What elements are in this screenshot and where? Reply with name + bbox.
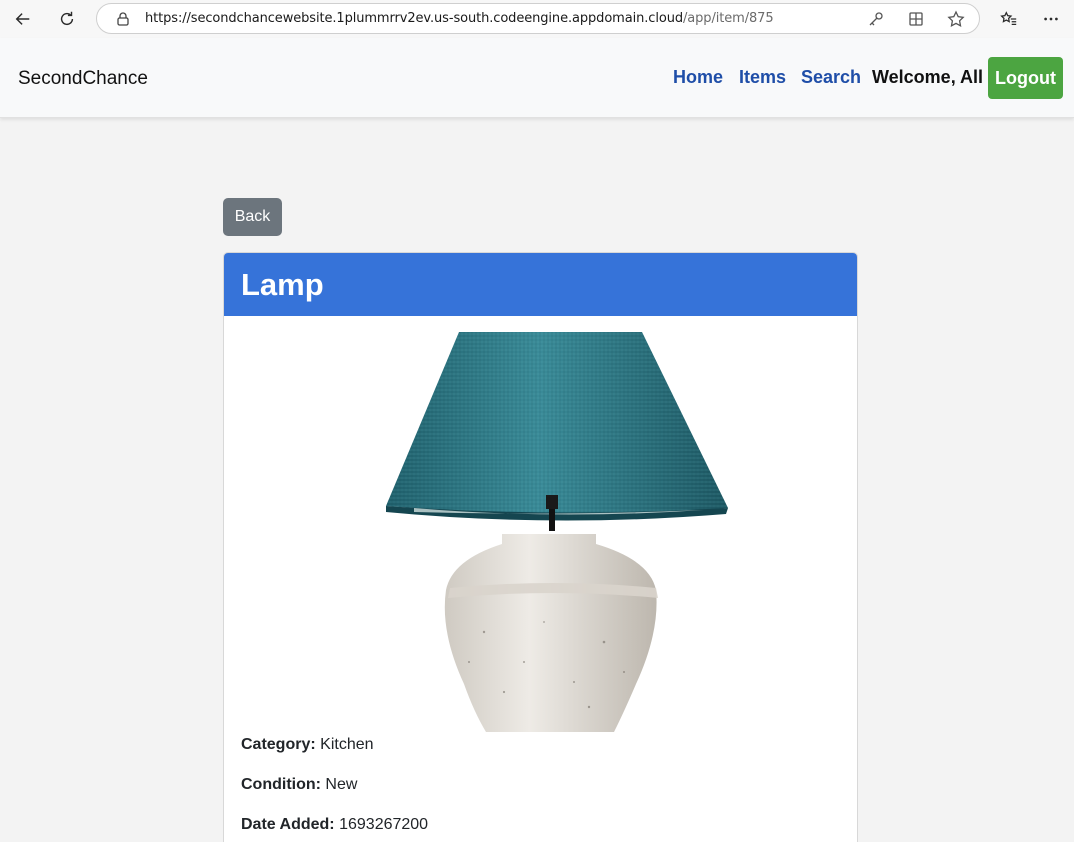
browser-toolbar: https://secondchancewebsite.1plummrrv2ev… xyxy=(0,0,1074,38)
app-install-icon[interactable] xyxy=(907,10,925,28)
nav-search-link[interactable]: Search xyxy=(801,67,861,88)
condition-value: New xyxy=(325,776,358,793)
nav-home-link[interactable]: Home xyxy=(673,67,723,88)
category-label: Category: xyxy=(241,736,316,753)
back-arrow-icon[interactable] xyxy=(8,4,38,34)
logout-button[interactable]: Logout xyxy=(988,57,1063,99)
item-title: Lamp xyxy=(241,266,324,302)
date-added-value: 1693267200 xyxy=(339,816,429,833)
date-added-detail: Date Added: 1693267200 xyxy=(241,816,428,834)
favorite-star-icon[interactable] xyxy=(947,10,965,28)
category-detail: Category: Kitchen xyxy=(241,736,374,754)
lamp-image xyxy=(386,332,728,732)
more-menu-icon[interactable] xyxy=(1036,4,1066,34)
back-button[interactable]: Back xyxy=(223,198,282,236)
category-value: Kitchen xyxy=(320,736,374,753)
date-added-label: Date Added: xyxy=(241,816,335,833)
item-card: Lamp Category: Kitchen Condition: New Da… xyxy=(223,252,858,842)
condition-detail: Condition: New xyxy=(241,776,357,794)
lock-icon xyxy=(115,11,131,27)
nav-items-link[interactable]: Items xyxy=(739,67,786,88)
site-navbar: SecondChance Home Items Search Welcome, … xyxy=(0,38,1074,118)
favorites-list-icon[interactable] xyxy=(994,4,1024,34)
refresh-icon[interactable] xyxy=(52,4,82,34)
url-text: https://secondchancewebsite.1plummrrv2ev… xyxy=(145,11,774,26)
brand-logo[interactable]: SecondChance xyxy=(18,68,148,90)
url-host: https://secondchancewebsite.1plummrrv2ev… xyxy=(145,11,683,26)
key-icon[interactable] xyxy=(867,10,885,28)
address-bar[interactable]: https://secondchancewebsite.1plummrrv2ev… xyxy=(96,3,980,34)
condition-label: Condition: xyxy=(241,776,321,793)
url-path: /app/item/875 xyxy=(683,11,774,26)
card-header: Lamp xyxy=(224,253,857,316)
welcome-text: Welcome, All xyxy=(872,67,984,87)
